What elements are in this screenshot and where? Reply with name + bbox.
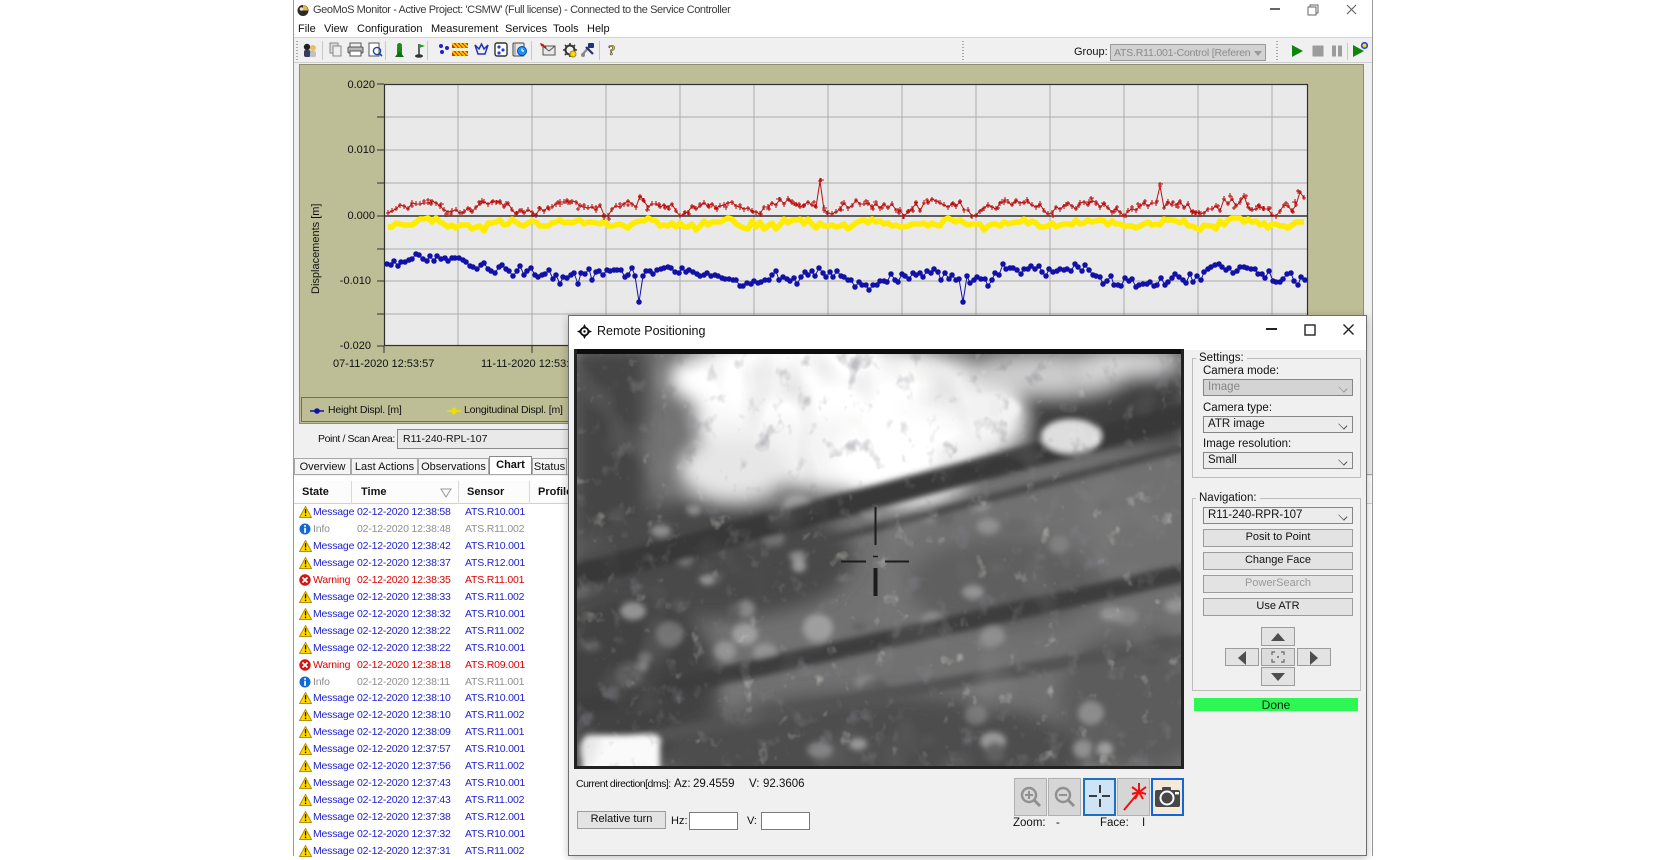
svg-text:?: ? — [608, 43, 616, 58]
